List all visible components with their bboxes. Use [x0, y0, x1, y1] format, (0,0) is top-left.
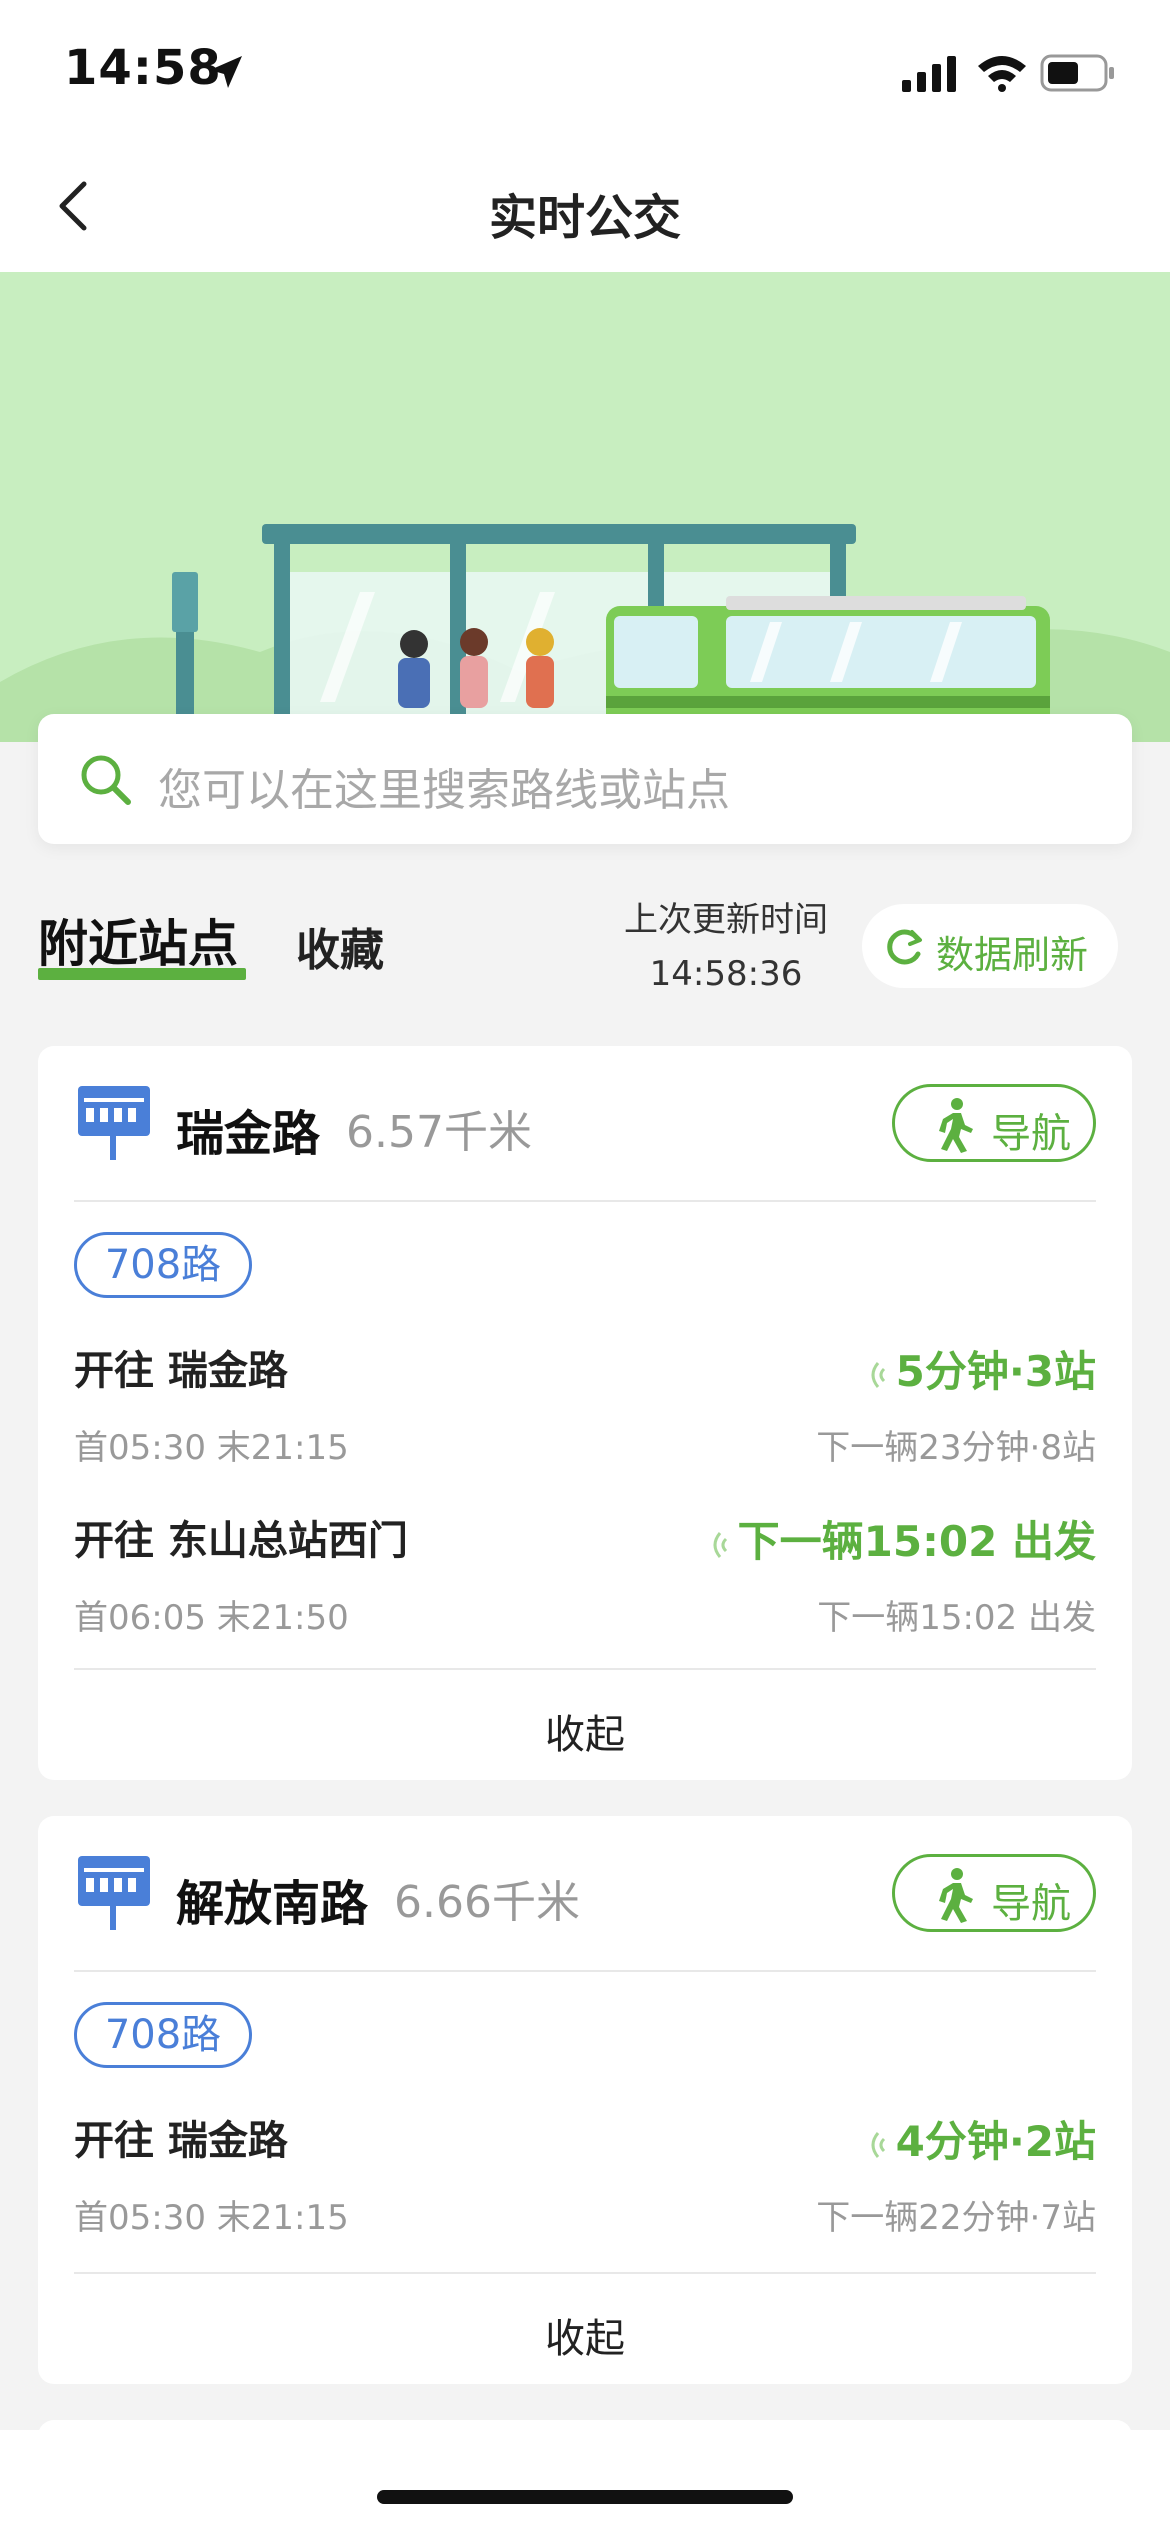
station-distance: 6.57千米 [346, 1107, 532, 1158]
eta-text: 5分钟·3站 [895, 1347, 1096, 1396]
eta-text: 4分钟·2站 [895, 2117, 1096, 2166]
station-card: 解放南路 6.66千米 导航 708路 开往 瑞金路 4分钟·2站 首05:30… [38, 1816, 1132, 2384]
eta-text: 下一辆15:02 出发 [737, 1517, 1096, 1566]
station-card: 瑞金路 6.57千米 导航 708路 开往 瑞金路 5分钟·3站 首05:30 … [38, 1046, 1132, 1780]
search-placeholder: 您可以在这里搜索路线或站点 [158, 765, 730, 816]
direction-label: 开往 瑞金路 [74, 2118, 288, 2164]
home-indicator[interactable] [377, 2490, 793, 2504]
service-times: 首05:30 末21:15 [74, 2198, 349, 2238]
navigate-button[interactable]: 导航 [892, 1084, 1096, 1162]
cellular-signal-icon [902, 56, 956, 92]
status-time: 14:58 [64, 40, 222, 96]
tab-favorites[interactable]: 收藏 [296, 914, 384, 978]
bottom-bar [0, 2430, 1170, 2532]
route-badge[interactable]: 708路 [74, 1232, 252, 1298]
eta-realtime: 4分钟·2站 [862, 2108, 1096, 2169]
bus-stop-icon [78, 1086, 150, 1160]
divider [74, 1970, 1096, 1972]
direction-label: 开往 瑞金路 [74, 1348, 288, 1394]
collapse-button[interactable]: 收起 [38, 2306, 1132, 2364]
wifi-icon [978, 56, 1026, 92]
service-times: 首05:30 末21:15 [74, 1428, 349, 1468]
refresh-icon [887, 929, 922, 965]
search-bar[interactable]: 您可以在这里搜索路线或站点 [38, 714, 1132, 844]
walking-icon [939, 1098, 973, 1153]
collapse-button[interactable]: 收起 [38, 1702, 1132, 1760]
next-bus-info: 下一辆23分钟·8站 [816, 1428, 1096, 1468]
divider [74, 1200, 1096, 1202]
eta-realtime: 下一辆15:02 出发 [704, 1508, 1096, 1569]
page-title: 实时公交 [488, 190, 681, 246]
last-update-time: 14:58:36 [649, 954, 803, 994]
walking-icon [939, 1868, 973, 1923]
divider [74, 1668, 1096, 1670]
eta-realtime: 5分钟·3站 [862, 1338, 1096, 1399]
refresh-label: 数据刷新 [936, 933, 1089, 977]
location-arrow-icon [210, 56, 242, 88]
navigate-button[interactable]: 导航 [892, 1854, 1096, 1932]
station-name: 瑞金路 [176, 1106, 321, 1162]
divider [74, 2272, 1096, 2274]
realtime-signal-icon [713, 1531, 727, 1558]
station-distance: 6.66千米 [394, 1877, 580, 1928]
navigate-label: 导航 [991, 1111, 1071, 1157]
refresh-data-button[interactable]: 数据刷新 [862, 904, 1118, 988]
search-icon [81, 755, 131, 805]
direction-label: 开往 东山总站西门 [74, 1518, 408, 1564]
battery-icon [1040, 54, 1114, 92]
station-name: 解放南路 [176, 1876, 369, 1932]
bus-stop-illustration [0, 524, 1170, 742]
nav-bar: 实时公交 [0, 150, 1170, 272]
service-times: 首06:05 末21:50 [74, 1598, 349, 1638]
realtime-signal-icon [871, 1361, 885, 1388]
realtime-signal-icon [871, 2131, 885, 2158]
active-tab-indicator [38, 968, 246, 980]
tab-nearby-stations[interactable]: 附近站点 [38, 904, 238, 976]
status-bar: 14:58 [0, 0, 1170, 150]
next-bus-info: 下一辆15:02 出发 [817, 1598, 1096, 1638]
bus-stop-icon [78, 1856, 150, 1930]
banner-illustration [0, 272, 1170, 742]
next-bus-info: 下一辆22分钟·7站 [816, 2198, 1096, 2238]
last-update-label: 上次更新时间 [624, 900, 828, 940]
route-badge[interactable]: 708路 [74, 2002, 252, 2068]
navigate-label: 导航 [991, 1881, 1071, 1927]
